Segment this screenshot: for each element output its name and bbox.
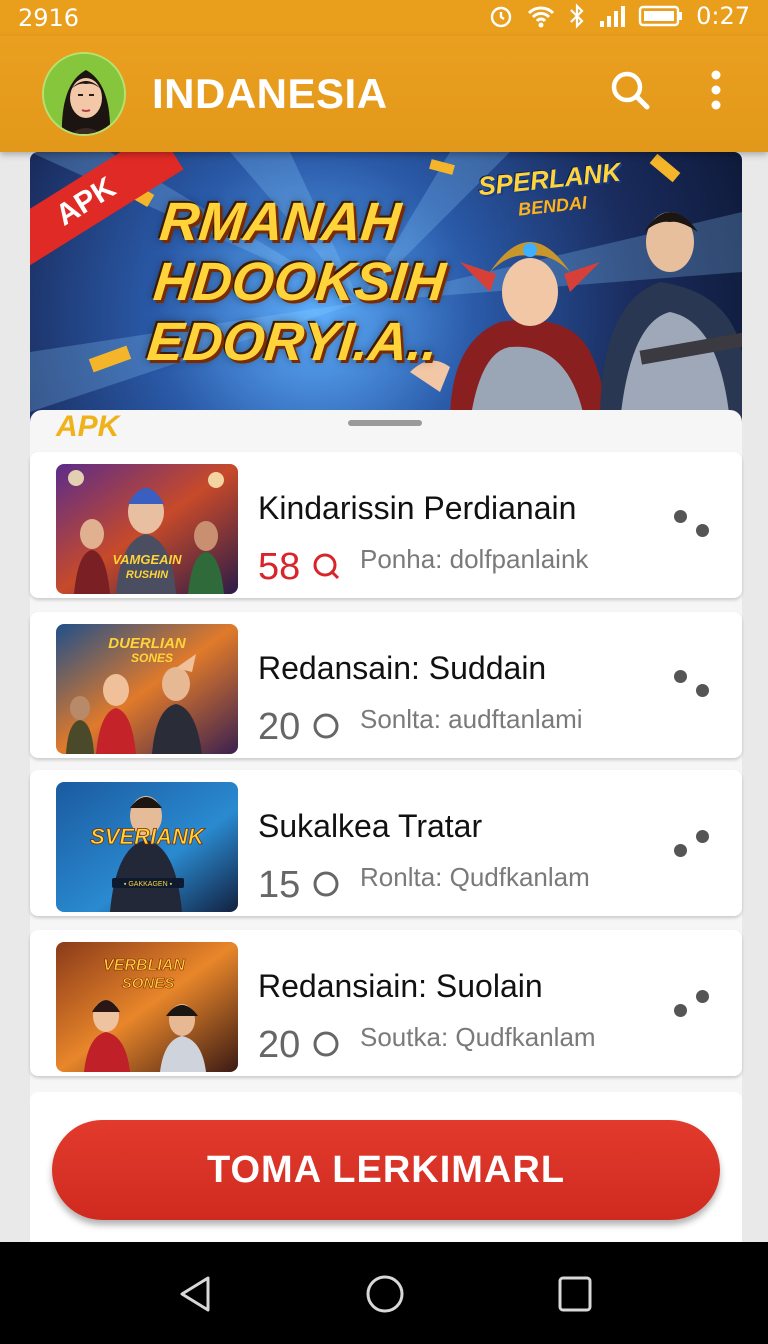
game-card[interactable]: VERBLIAN SONES Redansiain: Suolain 20 So… — [30, 930, 742, 1076]
status-icons: 0:27 — [488, 2, 750, 30]
home-button[interactable] — [364, 1272, 408, 1316]
circle-icon — [311, 1026, 341, 1069]
game-subtitle: Ronlta: Qudfkanlam — [360, 862, 590, 892]
more-vert-icon — [709, 70, 723, 115]
search-icon — [608, 68, 652, 117]
back-icon — [174, 1276, 218, 1320]
game-thumbnail: SVERIANK ▪ GAKKAGEN ▪ — [56, 782, 238, 912]
svg-text:SVERIANK: SVERIANK — [90, 824, 206, 849]
card-more-button[interactable] — [666, 978, 716, 1038]
wifi-icon — [526, 3, 556, 29]
game-score: 58 — [258, 546, 341, 591]
svg-text:DUERLIAN: DUERLIAN — [108, 635, 187, 652]
svg-text:▪ GAKKAGEN ▪: ▪ GAKKAGEN ▪ — [124, 881, 173, 888]
card-more-button[interactable] — [666, 660, 716, 720]
card-more-button[interactable] — [666, 818, 716, 878]
game-subtitle: Soutka: Qudfkanlam — [360, 1022, 596, 1052]
more-options-button[interactable] — [690, 64, 742, 120]
card-more-button[interactable] — [666, 500, 716, 560]
game-thumbnail: DUERLIAN SONES — [56, 624, 238, 754]
game-card[interactable]: SVERIANK ▪ GAKKAGEN ▪ Sukalkea Tratar 15… — [30, 770, 742, 916]
search-button[interactable] — [604, 64, 656, 120]
system-nav-bar — [0, 1242, 768, 1344]
svg-text:RUSHIN: RUSHIN — [126, 569, 169, 581]
status-left-text: 2916 — [18, 4, 80, 32]
svg-text:SONES: SONES — [122, 975, 175, 992]
back-button[interactable] — [174, 1272, 218, 1316]
status-clock: 0:27 — [696, 2, 750, 30]
game-subtitle: Ponha: dolfpanlaink — [360, 544, 589, 574]
alarm-icon — [488, 3, 514, 29]
game-title: Redansain: Suddain — [258, 650, 547, 686]
signal-icon — [598, 3, 626, 29]
game-score: 20 — [258, 1024, 341, 1069]
recents-icon — [554, 1276, 598, 1320]
app-bar: INDANESIA — [0, 36, 768, 152]
home-icon — [364, 1275, 408, 1320]
game-card[interactable]: DUERLIAN SONES Redansain: Suddain 20 Son… — [30, 612, 742, 758]
status-bar: 2916 0:27 — [0, 0, 768, 36]
banner-headline: RMANAH HDOOKSIH EDORYI.A.. — [144, 192, 449, 372]
search-icon — [311, 548, 341, 591]
game-subtitle: Sonlta: audftanlami — [360, 704, 583, 734]
svg-text:VERBLIAN: VERBLIAN — [103, 957, 185, 974]
bluetooth-icon — [568, 3, 586, 29]
game-score: 15 — [258, 864, 341, 909]
circle-icon — [311, 866, 341, 909]
game-title: Sukalkea Tratar — [258, 808, 483, 844]
game-title: Redansiain: Suolain — [258, 968, 543, 1004]
game-thumbnail: VAMGEAIN RUSHIN — [56, 464, 238, 594]
game-card[interactable]: VAMGEAIN RUSHIN Kindarissin Perdianain 5… — [30, 452, 742, 598]
app-title: INDANESIA — [152, 70, 388, 117]
battery-icon — [638, 3, 684, 29]
recents-button[interactable] — [554, 1272, 598, 1316]
game-thumbnail: VERBLIAN SONES — [56, 942, 238, 1072]
promo-banner[interactable]: APK RMANAH HDOOKSIH EDORYI.A.. SPERLANK … — [30, 152, 742, 422]
game-score: 20 — [258, 706, 341, 751]
avatar[interactable] — [42, 52, 126, 136]
game-title: Kindarissin Perdianain — [258, 490, 577, 526]
circle-icon — [311, 708, 341, 751]
svg-text:VAMGEAIN: VAMGEAIN — [112, 552, 182, 567]
sheet-label: APK — [56, 410, 120, 443]
svg-text:SONES: SONES — [131, 651, 173, 665]
drag-handle[interactable] — [348, 420, 422, 426]
cta-button[interactable]: TOMA LERKIMARL — [52, 1120, 720, 1220]
